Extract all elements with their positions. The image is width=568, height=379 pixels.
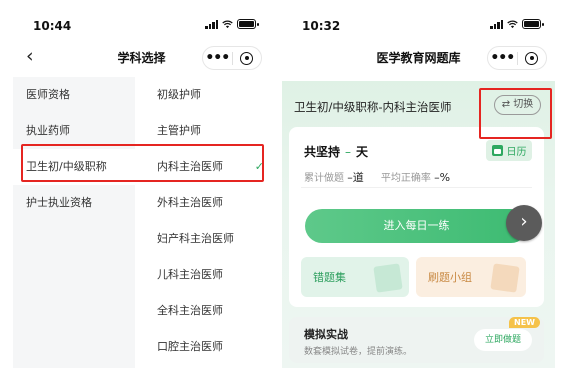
- subject-item[interactable]: 外科主治医师: [135, 185, 270, 221]
- subject-label: 儿科主治医师: [157, 268, 223, 281]
- chevron-right-icon[interactable]: ›: [506, 205, 542, 241]
- status-bar: 10:44: [13, 13, 270, 39]
- status-bar: 10:32: [282, 13, 555, 39]
- done-value: –道: [347, 171, 364, 184]
- status-time: 10:44: [33, 19, 72, 33]
- battery-icon: [522, 19, 544, 29]
- calendar-button[interactable]: 日历: [486, 140, 532, 161]
- status-icons: [205, 19, 259, 29]
- status-time: 10:32: [302, 19, 341, 33]
- mini-program-capsule: •••: [487, 46, 547, 70]
- wifi-icon: [507, 20, 518, 29]
- category-item-active[interactable]: 卫生初/中级职称: [13, 149, 135, 185]
- home-content: 卫生初/中级职称-内科主治医师 ⇄ 切换 共坚持 – 天 日历 累计做题 –道 平均…: [282, 81, 555, 368]
- streak-suffix: 天: [356, 145, 369, 159]
- accuracy-label: 平均正确率: [380, 173, 431, 184]
- mock-exam-card: 模拟实战 数套模拟试卷，提前演练。 立即做题 NEW: [289, 317, 544, 363]
- current-subject: 卫生初/中级职称-内科主治医师: [294, 100, 452, 114]
- new-badge: NEW: [509, 317, 540, 328]
- wifi-icon: [222, 20, 233, 29]
- wrong-questions-tile[interactable]: 错题集: [301, 257, 409, 297]
- subject-selection-screen: 10:44 ‹ 学科选择 ••• 医师资格 执业药师 卫生初/中级职称 护士执业…: [13, 13, 270, 368]
- streak-text: 共坚持 – 天: [304, 143, 368, 160]
- subject-label: 妇产科主治医师: [157, 232, 234, 245]
- more-icon[interactable]: •••: [488, 48, 517, 68]
- question-bank-home-screen: 10:32 医学教育网题库 ••• 卫生初/中级职称-内科主治医师 ⇄ 切换 共…: [282, 13, 555, 368]
- subject-list: 初级护师 主管护师 内科主治医师 ✓ 外科主治医师 妇产科主治医师 儿科主治医师 …: [135, 77, 270, 368]
- wrong-questions-label: 错题集: [313, 271, 346, 284]
- subject-item[interactable]: 初级护师: [135, 77, 270, 113]
- calendar-icon: [491, 145, 503, 156]
- subject-item[interactable]: 主管护师: [135, 113, 270, 149]
- more-icon[interactable]: •••: [203, 48, 232, 68]
- close-circle-icon[interactable]: [518, 51, 547, 65]
- calendar-label: 日历: [506, 147, 527, 158]
- subject-item-selected[interactable]: 内科主治医师 ✓: [135, 149, 270, 185]
- start-mock-button[interactable]: 立即做题: [474, 329, 532, 351]
- mini-program-capsule: •••: [202, 46, 262, 70]
- daily-practice-button[interactable]: 进入每日一练: [305, 209, 528, 243]
- nav-bar: ‹ 学科选择 •••: [13, 39, 270, 77]
- switch-subject-button[interactable]: ⇄ 切换: [494, 95, 541, 115]
- scroll-icon: [490, 263, 520, 293]
- subject-item[interactable]: 全科主治医师: [135, 293, 270, 329]
- subject-label: 初级护师: [157, 88, 201, 101]
- streak-prefix: 共坚持: [304, 145, 341, 159]
- subject-item[interactable]: 儿科主治医师: [135, 257, 270, 293]
- divider: [301, 187, 532, 188]
- practice-group-tile[interactable]: 刷题小组: [416, 257, 526, 297]
- streak-value: –: [345, 145, 352, 159]
- close-circle-icon[interactable]: [233, 51, 262, 65]
- status-icons: [490, 19, 544, 29]
- signal-icon: [490, 19, 503, 29]
- nav-bar: 医学教育网题库 •••: [282, 39, 555, 77]
- subject-label: 内科主治医师: [157, 160, 223, 173]
- subject-label: 口腔主治医师: [157, 340, 223, 353]
- category-list: 医师资格 执业药师 卫生初/中级职称 护士执业资格: [13, 77, 135, 368]
- subject-label: 主管护师: [157, 124, 201, 137]
- notebook-icon: [373, 263, 403, 293]
- subject-item[interactable]: 妇产科主治医师: [135, 221, 270, 257]
- category-item[interactable]: 护士执业资格: [13, 185, 135, 221]
- subject-item[interactable]: 口腔主治医师: [135, 329, 270, 365]
- done-label: 累计做题: [304, 173, 344, 184]
- daily-card: 共坚持 – 天 日历 累计做题 –道 平均正确率 –% 进入每日一练 › 错题集 刷…: [289, 127, 544, 307]
- subject-label: 外科主治医师: [157, 196, 223, 209]
- accuracy-value: –%: [434, 171, 451, 184]
- mock-description: 数套模拟试卷，提前演练。: [304, 347, 413, 357]
- category-item[interactable]: 执业药师: [13, 113, 135, 149]
- mock-title: 模拟实战: [304, 328, 348, 341]
- check-icon: ✓: [254, 160, 264, 173]
- battery-icon: [237, 19, 259, 29]
- practice-group-label: 刷题小组: [428, 271, 472, 284]
- category-item[interactable]: 医师资格: [13, 77, 135, 113]
- subject-label: 全科主治医师: [157, 304, 223, 317]
- stats-row: 累计做题 –道 平均正确率 –%: [304, 169, 464, 185]
- signal-icon: [205, 19, 218, 29]
